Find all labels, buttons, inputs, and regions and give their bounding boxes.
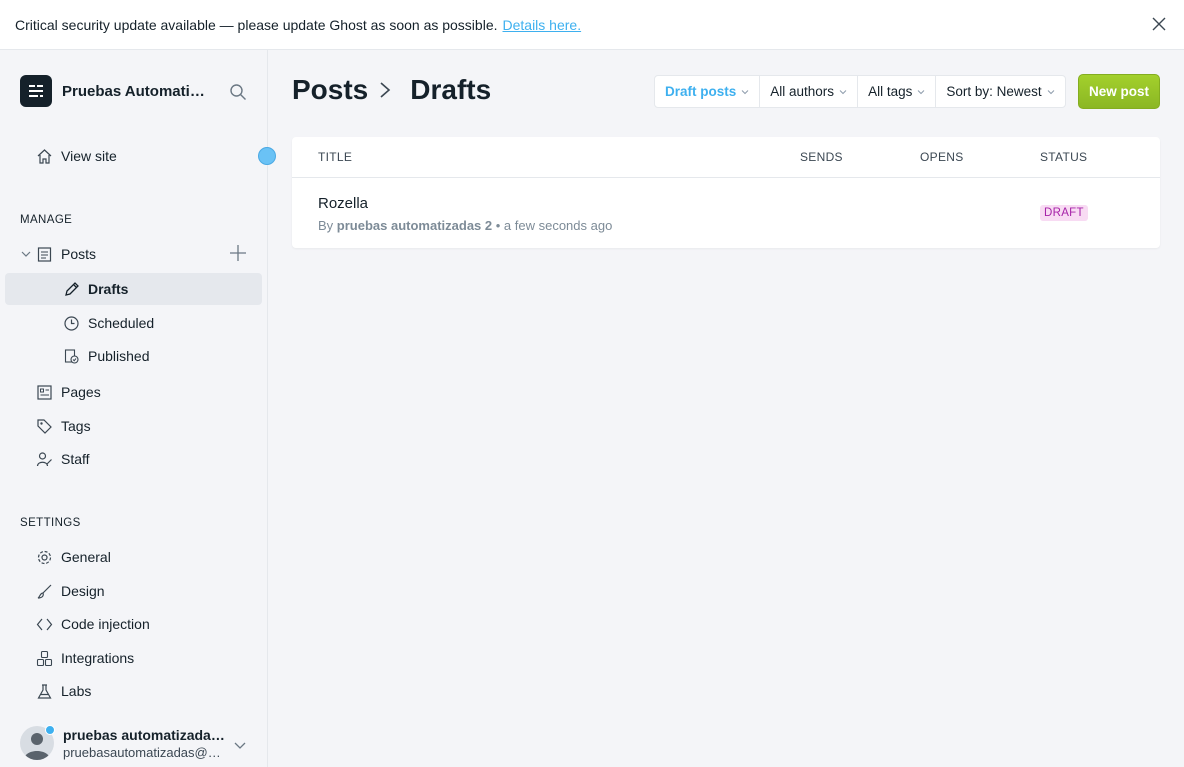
user-name: pruebas automatizadas 2 bbox=[63, 726, 225, 743]
sidebar-item-drafts[interactable]: Drafts bbox=[5, 273, 262, 305]
main-content: Posts Drafts Draft posts All authors All… bbox=[268, 50, 1184, 767]
author-filter-dropdown[interactable]: All authors bbox=[760, 76, 859, 107]
post-by-label: By bbox=[318, 218, 334, 233]
pages-icon bbox=[35, 383, 53, 401]
sort-dropdown[interactable]: Sort by: Newest bbox=[936, 76, 1064, 107]
sidebar-item-label: Pages bbox=[61, 384, 101, 400]
sidebar-item-label: Code injection bbox=[61, 616, 150, 632]
search-icon[interactable] bbox=[229, 83, 247, 101]
alert-details-link[interactable]: Details here. bbox=[503, 17, 582, 33]
sidebar-item-pages[interactable]: Pages bbox=[5, 376, 262, 408]
flask-icon bbox=[35, 682, 53, 700]
gear-icon bbox=[35, 548, 53, 566]
ghost-logo-icon bbox=[20, 75, 52, 107]
sidebar-item-labs[interactable]: Labs bbox=[5, 675, 262, 707]
sidebar-item-label: Tags bbox=[61, 418, 91, 434]
type-filter-label: Draft posts bbox=[665, 84, 737, 99]
tag-icon bbox=[35, 417, 53, 435]
type-filter-dropdown[interactable]: Draft posts bbox=[655, 76, 761, 107]
view-site-label: View site bbox=[61, 148, 117, 164]
close-icon[interactable] bbox=[1152, 17, 1166, 31]
sidebar-item-label: General bbox=[61, 549, 111, 565]
user-menu[interactable]: pruebas automatizadas 2 pruebasautomatiz… bbox=[20, 725, 260, 760]
plus-icon[interactable] bbox=[229, 244, 247, 262]
site-brand[interactable]: Pruebas Automatizadas bbox=[20, 75, 212, 107]
sidebar-item-label: Scheduled bbox=[88, 315, 155, 331]
integrations-icon bbox=[35, 649, 53, 667]
sidebar-item-label: Posts bbox=[61, 246, 97, 262]
caret-down-icon bbox=[839, 89, 847, 94]
view-site-link[interactable]: View site bbox=[5, 140, 262, 172]
column-sends: SENDS bbox=[800, 150, 843, 164]
clock-icon bbox=[62, 314, 80, 332]
home-icon bbox=[35, 147, 53, 165]
sidebar-item-scheduled[interactable]: Scheduled bbox=[5, 307, 262, 339]
sidebar-item-label: Design bbox=[61, 583, 105, 599]
sidebar-item-label: Drafts bbox=[88, 281, 129, 297]
sidebar-item-label: Staff bbox=[61, 451, 90, 467]
tag-filter-label: All tags bbox=[868, 84, 913, 99]
sidebar-item-code-injection[interactable]: Code injection bbox=[5, 608, 262, 640]
user-email: pruebasautomatizadas@uniandes.edu.co bbox=[63, 744, 225, 760]
new-post-button[interactable]: New post bbox=[1078, 74, 1160, 109]
posts-table: TITLE SENDS OPENS STATUS Rozella By prue… bbox=[292, 137, 1160, 248]
sidebar-item-staff[interactable]: Staff bbox=[5, 443, 262, 475]
table-row[interactable]: Rozella By pruebas automatizadas 2 • a f… bbox=[292, 178, 1160, 248]
author-filter-label: All authors bbox=[770, 84, 835, 99]
caret-down-icon bbox=[741, 89, 749, 94]
sidebar-item-label: Labs bbox=[61, 683, 92, 699]
table-header: TITLE SENDS OPENS STATUS bbox=[292, 137, 1160, 178]
manage-section-label: MANAGE bbox=[20, 214, 73, 226]
alert-message: Critical security update available — ple… bbox=[15, 16, 498, 33]
security-alert-banner: Critical security update available — ple… bbox=[0, 0, 1184, 50]
post-meta: By pruebas automatizadas 2 • a few secon… bbox=[318, 218, 612, 233]
code-icon bbox=[35, 615, 53, 633]
sidebar-item-label: Integrations bbox=[61, 650, 135, 666]
post-author: pruebas automatizadas 2 bbox=[336, 218, 493, 233]
sidebar-item-tags[interactable]: Tags bbox=[5, 410, 262, 442]
settings-section-label: SETTINGS bbox=[20, 517, 81, 529]
posts-icon bbox=[35, 245, 53, 263]
site-name: Pruebas Automatizadas bbox=[62, 82, 212, 100]
sidebar-item-general[interactable]: General bbox=[5, 541, 262, 573]
sidebar: Pruebas Automatizadas View site MANAGE P… bbox=[0, 50, 276, 767]
caret-down-icon bbox=[917, 89, 925, 94]
staff-icon bbox=[35, 450, 53, 468]
published-icon bbox=[62, 347, 80, 365]
chevron-right-icon bbox=[378, 79, 400, 101]
breadcrumb: Posts Drafts bbox=[292, 74, 491, 106]
column-opens: OPENS bbox=[920, 150, 964, 164]
column-title: TITLE bbox=[318, 150, 353, 164]
breadcrumb-posts[interactable]: Posts bbox=[292, 74, 368, 106]
pencil-icon bbox=[62, 280, 80, 298]
sidebar-item-integrations[interactable]: Integrations bbox=[5, 642, 262, 674]
brush-icon bbox=[35, 582, 53, 600]
online-dot bbox=[45, 725, 55, 735]
sidebar-item-posts[interactable]: Posts bbox=[5, 238, 262, 270]
tag-filter-dropdown[interactable]: All tags bbox=[858, 76, 937, 107]
sort-label: Sort by: Newest bbox=[946, 84, 1042, 99]
sidebar-item-label: Published bbox=[88, 348, 150, 364]
sidebar-item-published[interactable]: Published bbox=[5, 340, 262, 372]
post-time: • a few seconds ago bbox=[495, 218, 613, 233]
caret-down-icon bbox=[1047, 89, 1054, 94]
chevron-down-icon[interactable] bbox=[233, 738, 247, 752]
post-filters: Draft posts All authors All tags Sort by… bbox=[654, 75, 1066, 108]
breadcrumb-drafts: Drafts bbox=[410, 74, 492, 105]
sidebar-item-design[interactable]: Design bbox=[5, 575, 262, 607]
status-badge: DRAFT bbox=[1040, 205, 1088, 221]
post-title[interactable]: Rozella bbox=[318, 195, 368, 212]
column-status: STATUS bbox=[1040, 150, 1088, 164]
